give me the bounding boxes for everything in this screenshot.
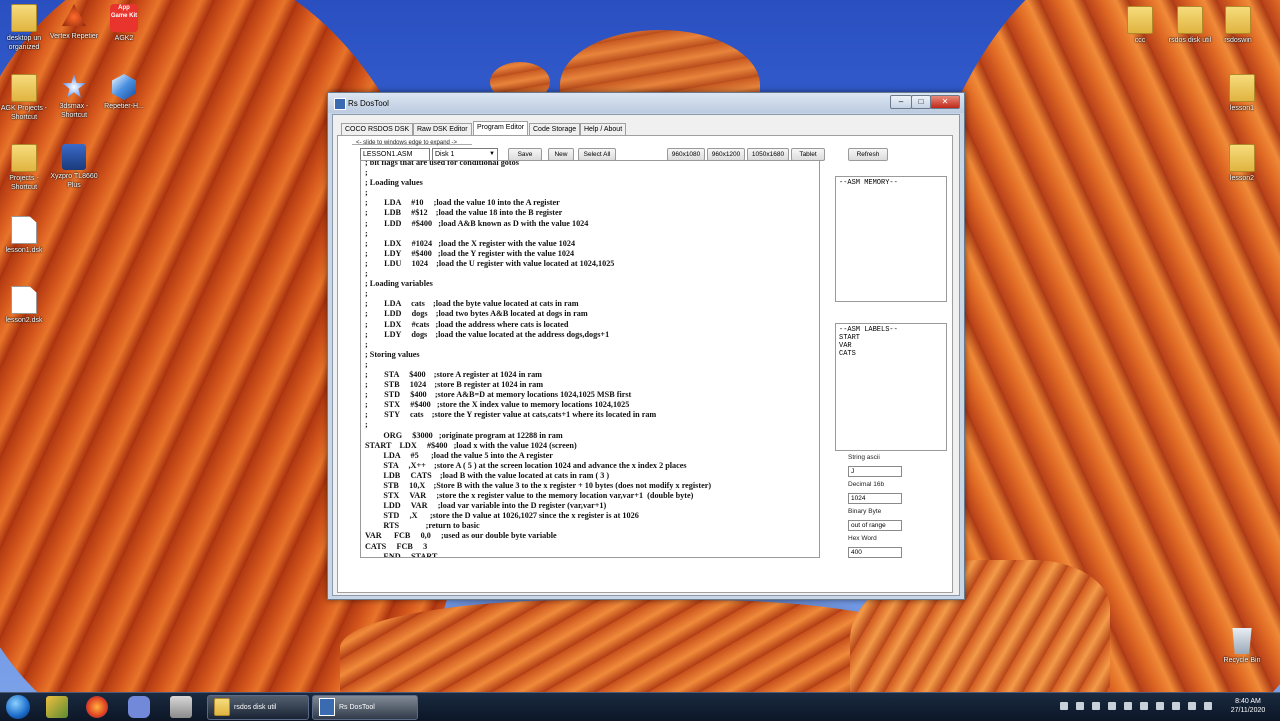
desktop-icon-repetier-host[interactable]: Repetier-H... <box>96 74 152 111</box>
repetier-host-icon <box>112 74 136 100</box>
folder-icon <box>1127 6 1153 34</box>
folder-icon <box>1229 144 1255 172</box>
chevron-down-icon: ▼ <box>489 151 495 157</box>
desktop-icon-lesson1[interactable]: lesson1 <box>1214 74 1270 113</box>
clock-time: 8:40 AM <box>1235 698 1261 705</box>
desktop-icon-recycle-bin[interactable]: Recycle Bin <box>1214 628 1270 665</box>
tray-app-icon[interactable] <box>1156 702 1164 710</box>
window-title-bar[interactable]: Rs DosTool – □ ✕ <box>328 93 964 113</box>
window-title: Rs DosTool <box>348 99 389 108</box>
file-icon <box>11 286 37 314</box>
tray-app-icon[interactable] <box>1092 702 1100 710</box>
volume-icon[interactable] <box>1204 702 1212 710</box>
3dsmax-icon <box>62 74 86 98</box>
tab-program-editor[interactable]: Program Editor <box>473 121 529 136</box>
folder-icon <box>1229 74 1255 102</box>
desktop-icon-xyzpro[interactable]: Xyzpro TL8660 Plus <box>46 144 102 190</box>
desktop-icon-ccc[interactable]: ccc <box>1112 6 1168 45</box>
taskbar-task-rsdos-disk-util[interactable]: rsdos disk util <box>207 695 309 720</box>
tray-app-icon[interactable] <box>1140 702 1148 710</box>
rs-dostool-window: Rs DosTool – □ ✕ COCO RSDOS DSK Raw DSK … <box>327 92 965 600</box>
firefox-pinned-icon[interactable] <box>86 696 108 718</box>
refresh-button[interactable]: Refresh <box>848 148 888 161</box>
string-ascii-label: String ascii <box>848 454 880 461</box>
folder-icon <box>1225 6 1251 34</box>
vertex-app-icon <box>62 4 86 27</box>
decimal-16b-label: Decimal 16b <box>848 481 885 488</box>
desktop-icon-lesson1-dsk[interactable]: lesson1.dsk <box>0 216 52 255</box>
recycle-bin-icon <box>1232 628 1252 654</box>
folder-icon <box>11 4 37 32</box>
close-button[interactable]: ✕ <box>930 95 960 109</box>
desktop-icon-lesson2-dsk[interactable]: lesson2.dsk <box>0 286 52 325</box>
desktop-icon-agk-projects[interactable]: AGK Projects - Shortcut <box>0 74 52 122</box>
folder-shortcut-icon <box>11 74 37 102</box>
file-icon <box>11 216 37 244</box>
desktop-icon-3dsmax[interactable]: 3dsmax - Shortcut <box>46 74 102 120</box>
desktop-icon-agk2[interactable]: App Game Kit AGK2 <box>96 4 152 43</box>
folder-icon <box>214 698 230 717</box>
binary-byte-field[interactable]: out of range <box>848 520 902 531</box>
discord-pinned-icon[interactable] <box>128 696 150 718</box>
desktop-icon-projects[interactable]: Projects - Shortcut <box>0 144 52 192</box>
taskbar: rsdos disk util Rs DosTool 8:40 AM 27/11… <box>0 692 1280 721</box>
hex-word-label: Hex Word <box>848 535 877 542</box>
window-client-area: COCO RSDOS DSK Raw DSK Editor Program Ed… <box>332 114 960 596</box>
folder-icon <box>1177 6 1203 34</box>
folder-shortcut-icon <box>11 144 37 172</box>
taskbar-clock[interactable]: 8:40 AM 27/11/2020 <box>1228 697 1268 715</box>
tray-app-icon[interactable] <box>1108 702 1116 710</box>
binary-byte-label: Binary Byte <box>848 508 882 515</box>
string-ascii-field[interactable]: J <box>848 466 902 477</box>
desktop-icon-vertex-repetier[interactable]: Vertex Repetier <box>46 4 102 41</box>
tray-app-icon[interactable] <box>1060 702 1068 710</box>
system-tray: 8:40 AM 27/11/2020 <box>1050 693 1280 721</box>
printer-icon <box>62 144 86 170</box>
app-pinned-icon[interactable] <box>170 696 192 718</box>
minimize-button[interactable]: – <box>890 95 912 109</box>
asm-labels-box[interactable]: --ASM LABELS-- START VAR CATS <box>835 323 947 451</box>
taskbar-task-rs-dostool[interactable]: Rs DosTool <box>312 695 418 720</box>
desktop-icon-desktop-unorganized[interactable]: desktop un organized <box>0 4 52 52</box>
code-editor[interactable]: ; bit flags that are used for conditiona… <box>360 160 820 558</box>
app-game-kit-icon: App Game Kit <box>110 4 138 32</box>
tray-app-icon[interactable] <box>1076 702 1084 710</box>
code-text[interactable]: ; bit flags that are used for conditiona… <box>365 161 711 557</box>
hex-word-field[interactable]: 400 <box>848 547 902 558</box>
expand-hint: <- slide to windows edge to expand -> <box>356 140 458 146</box>
app-icon <box>319 698 335 717</box>
file-explorer-pinned-icon[interactable] <box>46 696 68 718</box>
editor-vertical-scrollbar[interactable]: ▲ ▼ <box>819 161 820 557</box>
flag-icon[interactable] <box>1188 702 1196 710</box>
maximize-button[interactable]: □ <box>911 95 931 109</box>
start-button[interactable] <box>6 695 30 719</box>
network-icon[interactable] <box>1172 702 1180 710</box>
program-editor-panel: <- slide to windows edge to expand -> LE… <box>337 135 953 593</box>
desktop-icon-lesson2[interactable]: lesson2 <box>1214 144 1270 183</box>
desktop-icon-rsdoswin[interactable]: rsdoswin <box>1210 6 1266 45</box>
decimal-16b-field[interactable]: 1024 <box>848 493 902 504</box>
tray-app-icon[interactable] <box>1124 702 1132 710</box>
clock-date: 27/11/2020 <box>1230 707 1266 714</box>
asm-memory-box[interactable]: --ASM MEMORY-- <box>835 176 947 302</box>
app-icon <box>334 98 346 110</box>
